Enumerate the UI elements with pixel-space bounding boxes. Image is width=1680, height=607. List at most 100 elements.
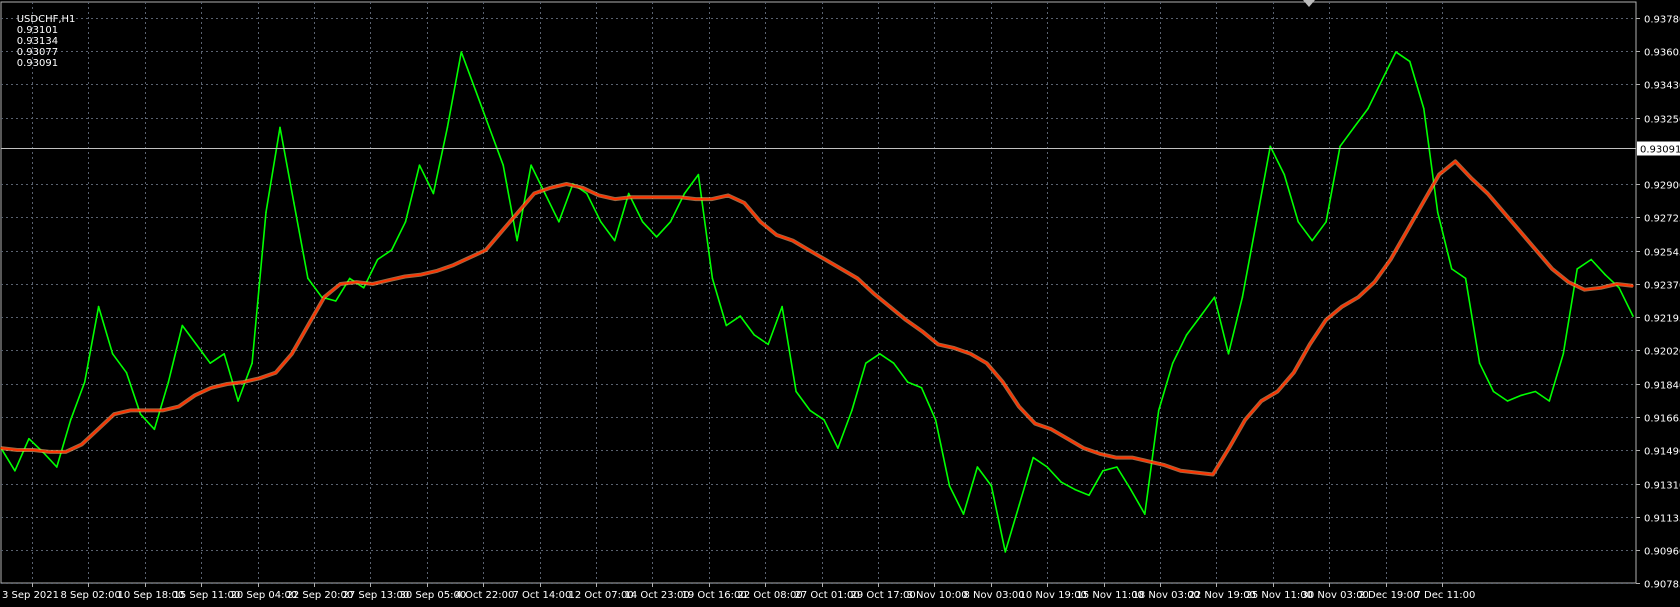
ma-point (711, 198, 713, 200)
ma-point (420, 273, 422, 276)
ma-point (549, 187, 552, 189)
price-point (167, 381, 170, 383)
price-point (502, 164, 505, 166)
price-point (865, 362, 867, 365)
price-point (1032, 456, 1034, 459)
ma-point (1373, 281, 1376, 283)
ma-point (16, 449, 19, 451)
symbol-label: USDCHF,H1 (16, 14, 76, 25)
price-point (1423, 107, 1425, 110)
ma-point (404, 275, 406, 278)
price-point (1116, 466, 1118, 468)
ma-point (1115, 456, 1117, 459)
ma-point (985, 362, 988, 365)
ma-point (1228, 447, 1230, 449)
price-chart[interactable]: 0.93780 0.93605 0.93430 0.93250 0.92900 0.927… (0, 0, 1680, 603)
ma-point (371, 283, 374, 285)
chart-header: USDCHF,H1 0.93101 0.93134 0.93077 0.9309… (4, 3, 79, 80)
ma-point (1050, 428, 1053, 431)
price-point (1227, 353, 1230, 355)
ma-point (1002, 381, 1004, 383)
ma-point (598, 194, 600, 197)
ma-point (177, 405, 180, 408)
price-point (1130, 488, 1132, 491)
ma-point (0, 447, 2, 449)
ma-point (759, 221, 762, 223)
x-tick-label: 8 Nov 03:00 (964, 590, 1025, 601)
ma-point (953, 347, 956, 349)
ma-point (307, 324, 309, 327)
price-point (934, 419, 937, 421)
price-point (432, 192, 435, 195)
ma-point (1292, 371, 1295, 374)
price-point (558, 221, 560, 223)
ma-point (97, 428, 99, 431)
price-point (209, 362, 211, 365)
price-point (474, 88, 477, 91)
price-point (655, 236, 658, 238)
price-point (613, 239, 616, 242)
price-point (390, 249, 393, 251)
price-point (293, 202, 295, 204)
ma-point (81, 443, 83, 446)
price-point (725, 324, 728, 327)
price-point (97, 305, 100, 308)
price-point (920, 387, 923, 389)
y-tick-label: 0.91490 (1644, 447, 1680, 458)
ma-point (274, 371, 277, 374)
ma-point (1309, 343, 1311, 346)
ma-point (1260, 400, 1263, 402)
price-point (990, 485, 993, 487)
price-point (195, 343, 198, 346)
x-tick-label: 3 Sep 2021 (2, 590, 59, 601)
ma-point (1567, 281, 1570, 283)
ma-point (533, 192, 535, 195)
price-point (265, 211, 267, 214)
price-point (1478, 362, 1481, 365)
ma-point (1131, 456, 1133, 459)
chart-shift-marker-icon[interactable] (1303, 0, 1315, 7)
price-point (1018, 503, 1021, 506)
ma-point (905, 319, 907, 321)
ma-point (1195, 471, 1198, 474)
price-point (586, 192, 588, 195)
x-tick-label: 8 Sep 02:00 (61, 590, 121, 601)
axes: 0.93780 0.93605 0.93430 0.93250 0.92900 0.927… (1, 15, 1680, 601)
x-tick-label: 22 Oct 08:00 (738, 590, 803, 601)
ma-point (1018, 405, 1020, 408)
price-point (1520, 394, 1523, 397)
price-point (795, 390, 797, 393)
high-value: 0.93134 (16, 36, 59, 47)
ma-point (695, 198, 697, 200)
price-point (56, 466, 58, 468)
price-point (781, 305, 783, 308)
price-point (962, 513, 965, 515)
chart-canvas[interactable]: 0.93780 0.93605 0.93430 0.93250 0.92900 0.927… (0, 0, 1680, 603)
y-tick-label: 0.92725 (1644, 214, 1680, 225)
price-point (14, 470, 16, 472)
ma-point (1163, 464, 1166, 466)
price-point (1060, 481, 1062, 483)
x-tick-label: 14 Oct 23:00 (625, 590, 690, 601)
ma-point (226, 383, 228, 385)
ma-point (32, 449, 35, 451)
price-point (1353, 126, 1355, 129)
y-tick-label: 0.92545 (1644, 248, 1680, 259)
ma-point (614, 198, 616, 200)
price-point (1297, 221, 1299, 223)
ma-point (1147, 460, 1149, 463)
price-point (1367, 107, 1369, 110)
price-point (1269, 145, 1272, 148)
ma-point (129, 409, 132, 412)
price-point (1241, 296, 1244, 299)
price-point (600, 221, 602, 223)
price-point (1046, 466, 1048, 468)
price-point (111, 353, 114, 355)
price-point (711, 277, 714, 280)
price-point (237, 400, 239, 402)
price-point (767, 343, 769, 346)
ma-point (840, 268, 842, 270)
ma-point (145, 409, 148, 412)
price-point (809, 409, 811, 412)
price-point (488, 126, 491, 129)
